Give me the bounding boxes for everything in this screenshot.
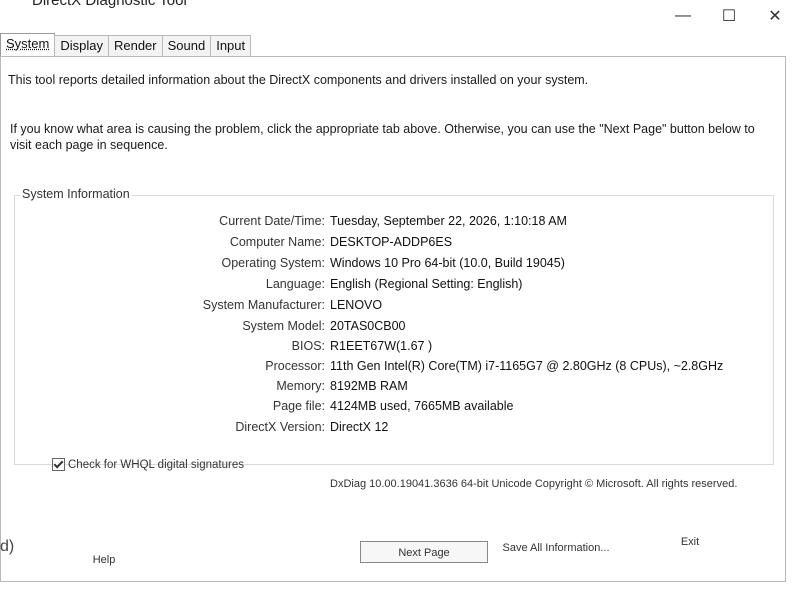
exit-button[interactable]: Exit bbox=[664, 531, 716, 553]
info-value: 11th Gen Intel(R) Core(TM) i7-1165G7 @ 2… bbox=[330, 359, 724, 373]
info-row-manufacturer: System Manufacturer: LENOVO bbox=[15, 298, 775, 316]
info-value: Windows 10 Pro 64-bit (10.0, Build 19045… bbox=[330, 256, 565, 270]
info-label: Operating System: bbox=[221, 256, 325, 270]
info-label: BIOS: bbox=[291, 339, 325, 353]
info-value: LENOVO bbox=[330, 298, 383, 312]
info-row-directx-version: DirectX Version: DirectX 12 bbox=[15, 420, 775, 438]
save-all-information-button[interactable]: Save All Information... bbox=[500, 537, 612, 559]
info-row-computer-name: Computer Name: DESKTOP-ADDP6ES bbox=[15, 235, 775, 253]
info-value: R1EET67W(1.67 ) bbox=[330, 339, 433, 353]
info-row-processor: Processor: 11th Gen Intel(R) Core(TM) i7… bbox=[15, 359, 775, 377]
tab-input[interactable]: Input bbox=[210, 35, 252, 56]
info-label: Page file: bbox=[272, 399, 325, 413]
info-value: DESKTOP-ADDP6ES bbox=[330, 235, 453, 249]
info-row-model: System Model: 20TAS0CB00 bbox=[15, 319, 775, 337]
dxdiag-window: DirectX Diagnostic Tool — ☐ ✕ System Dis… bbox=[0, 0, 800, 600]
whql-label: Check for WHQL digital signatures bbox=[68, 458, 244, 471]
info-row-memory: Memory: 8192MB RAM bbox=[15, 379, 775, 397]
info-label: System Manufacturer: bbox=[202, 298, 325, 312]
info-row-os: Operating System: Windows 10 Pro 64-bit … bbox=[15, 256, 775, 274]
maximize-button[interactable]: ☐ bbox=[706, 2, 752, 30]
info-label: Language: bbox=[265, 277, 325, 291]
info-value: DirectX 12 bbox=[330, 420, 389, 434]
clipped-edge-text: d) bbox=[0, 538, 15, 555]
tab-render[interactable]: Render bbox=[107, 35, 163, 56]
info-row-page-file: Page file: 4124MB used, 7665MB available bbox=[15, 399, 775, 417]
system-information-title: System Information bbox=[20, 187, 132, 201]
info-row-datetime: Current Date/Time: Tuesday, September 22… bbox=[15, 214, 775, 232]
title-bar: DirectX Diagnostic Tool — ☐ ✕ bbox=[0, 0, 800, 32]
tab-bar: System Display Render Sound Input bbox=[0, 33, 252, 56]
info-row-language: Language: English (Regional Setting: Eng… bbox=[15, 277, 775, 295]
info-label: System Model: bbox=[242, 319, 325, 333]
info-value: 8192MB RAM bbox=[330, 379, 408, 393]
tab-display[interactable]: Display bbox=[54, 35, 109, 56]
minimize-button[interactable]: — bbox=[660, 2, 706, 30]
system-information-group: Current Date/Time: Tuesday, September 22… bbox=[14, 195, 774, 465]
info-label: Current Date/Time: bbox=[219, 214, 325, 228]
copyright-text: DxDiag 10.00.19041.3636 64-bit Unicode C… bbox=[330, 478, 738, 490]
window-title: DirectX Diagnostic Tool bbox=[32, 0, 187, 9]
info-label: Computer Name: bbox=[229, 235, 325, 249]
info-label: Processor: bbox=[265, 359, 325, 373]
info-label: Memory: bbox=[276, 379, 325, 393]
info-value: 4124MB used, 7665MB available bbox=[330, 399, 514, 413]
help-text: If you know what area is causing the pro… bbox=[10, 122, 755, 152]
tab-system[interactable]: System bbox=[0, 33, 56, 56]
next-page-button[interactable]: Next Page bbox=[360, 541, 488, 563]
whql-checkbox[interactable] bbox=[52, 458, 65, 471]
info-value: English (Regional Setting: English) bbox=[330, 277, 523, 291]
close-button[interactable]: ✕ bbox=[752, 2, 798, 30]
intro-text: This tool reports detailed information a… bbox=[8, 73, 589, 87]
info-row-bios: BIOS: R1EET67W(1.67 ) bbox=[15, 339, 775, 357]
info-value: Tuesday, September 22, 2026, 1:10:18 AM bbox=[330, 214, 567, 228]
help-button[interactable]: Help bbox=[82, 549, 126, 571]
whql-checkbox-row[interactable]: Check for WHQL digital signatures bbox=[52, 458, 244, 471]
tab-sound[interactable]: Sound bbox=[161, 35, 212, 56]
info-value: 20TAS0CB00 bbox=[330, 319, 406, 333]
info-label: DirectX Version: bbox=[235, 420, 325, 434]
